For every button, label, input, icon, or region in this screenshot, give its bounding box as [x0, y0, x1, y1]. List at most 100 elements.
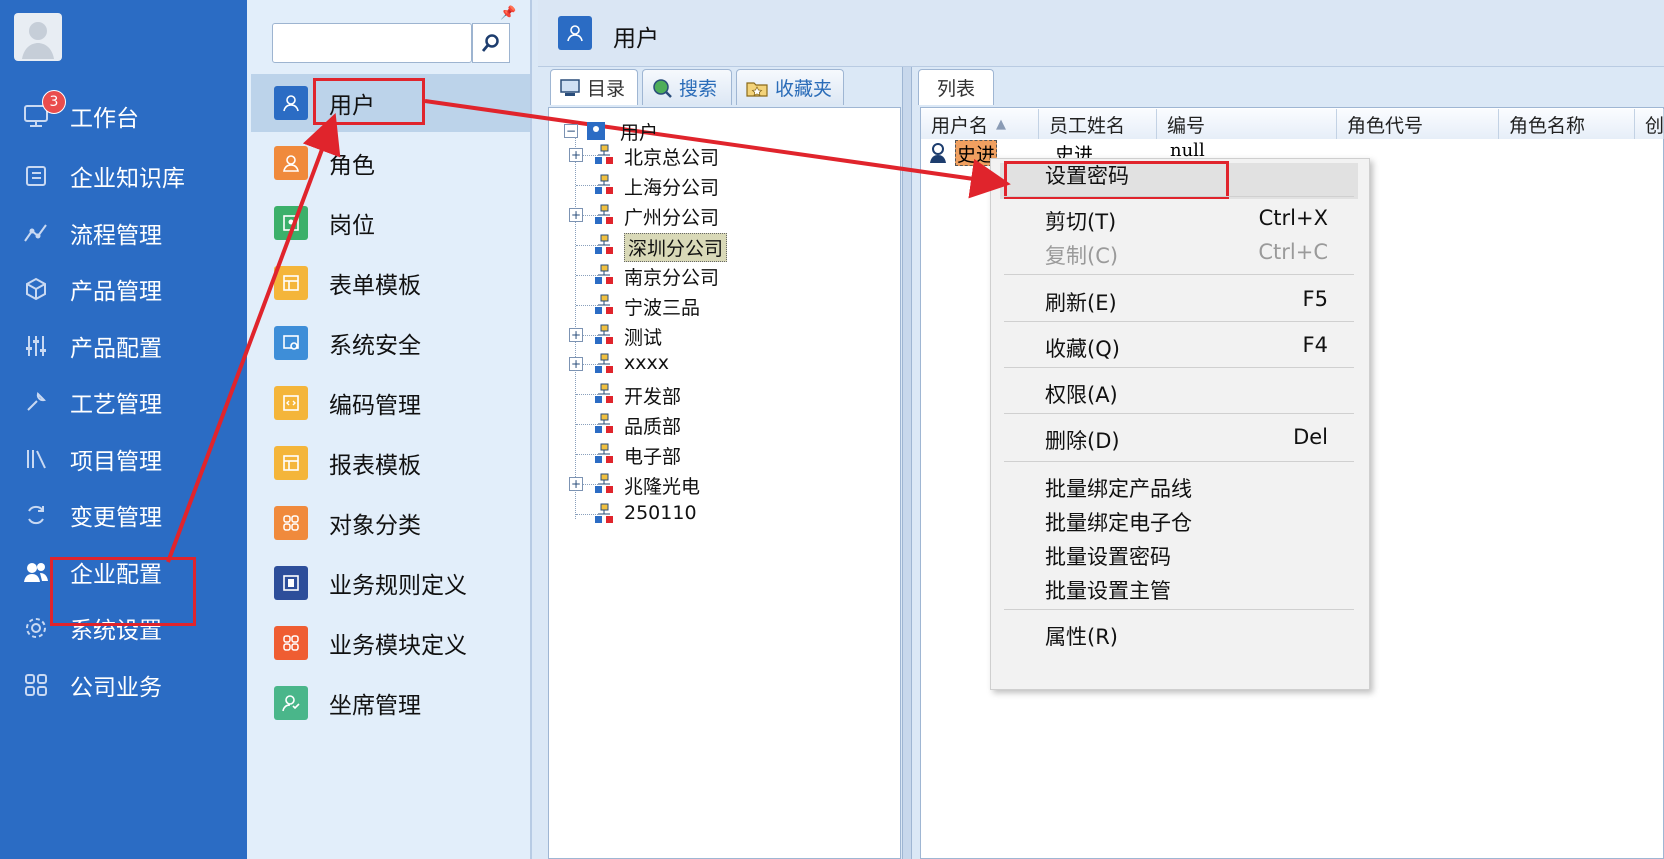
nav-item-product[interactable]: 产品管理 [0, 261, 247, 317]
sliders-icon [22, 332, 50, 360]
tree-node[interactable]: 深圳分公司 [560, 230, 880, 262]
tab-favorites[interactable]: 收藏夹 [736, 69, 844, 105]
tree-node-label: 兆隆光电 [624, 476, 701, 498]
tree-node[interactable]: + 广州分公司 [560, 200, 880, 230]
project-icon [22, 445, 50, 473]
nav-item-workbench[interactable]: 3 工作台 [0, 88, 247, 144]
nav-item-project[interactable]: 项目管理 [0, 431, 247, 487]
menu-shortcut: Ctrl+X [1258, 206, 1328, 230]
sort-asc-icon: ▲ [996, 116, 1007, 132]
submenu-item-code[interactable]: 编码管理 [247, 375, 530, 431]
menu-item[interactable]: 批量设置主管 [1045, 575, 1171, 605]
submenu-item-report-template[interactable]: 报表模板 [247, 435, 530, 491]
menu-item[interactable]: 批量设置密码 [1045, 541, 1171, 571]
avatar[interactable] [14, 13, 62, 61]
menu-item[interactable]: 收藏(Q) [1045, 333, 1120, 363]
menu-item[interactable]: 刷新(E) [1045, 287, 1117, 317]
tree-node[interactable]: 电子部 [560, 439, 880, 469]
tree-node[interactable]: 250110 [560, 499, 880, 529]
splitter[interactable] [902, 67, 912, 859]
wrench-icon [22, 388, 50, 416]
menu-item[interactable]: 属性(R) [1045, 621, 1118, 651]
tree-node-label: 宁波三品 [624, 297, 701, 319]
column-header-employee-name[interactable]: 员工姓名 [1039, 109, 1157, 139]
tree-node-label: xxxx [624, 352, 669, 374]
nav-item-company-business[interactable]: 公司业务 [0, 657, 247, 713]
user-folder-icon [586, 121, 606, 141]
search-button[interactable] [472, 23, 510, 63]
column-label: 创 [1645, 114, 1664, 137]
submenu-item-label: 对象分类 [329, 513, 421, 539]
menu-item[interactable]: 批量绑定电子仓 [1045, 507, 1192, 537]
column-header-role-code[interactable]: 角色代号 [1337, 109, 1499, 139]
post-icon [274, 206, 308, 240]
tree-node-label: 深圳分公司 [624, 233, 728, 262]
menu-separator [1004, 609, 1354, 610]
users-icon [22, 558, 50, 586]
tree-node[interactable]: 开发部 [560, 379, 880, 409]
submenu-item-business-module[interactable]: 业务模块定义 [247, 615, 530, 671]
tab-search[interactable]: 搜索 [642, 69, 732, 105]
nav-item-process[interactable]: 流程管理 [0, 205, 247, 261]
menu-separator [1004, 321, 1354, 322]
nav-item-knowledge[interactable]: 企业知识库 [0, 148, 247, 204]
submenu-item-label: 业务规则定义 [329, 573, 467, 599]
tree-node[interactable]: 品质部 [560, 409, 880, 439]
monitor-icon: 3 [22, 90, 66, 130]
org-icon [594, 353, 614, 373]
collapse-icon[interactable]: − [564, 124, 578, 138]
column-header-created[interactable]: 创 [1635, 109, 1664, 139]
submenu-item-object-category[interactable]: 对象分类 [247, 495, 530, 551]
submenu-item-post[interactable]: 岗位 [247, 195, 530, 251]
search-input[interactable] [272, 23, 472, 63]
nav-item-label: 产品配置 [70, 336, 162, 362]
menu-item[interactable]: 权限(A) [1045, 379, 1118, 409]
annotation-box-enterprise-config [50, 557, 196, 626]
menu-item[interactable]: 设置密码 [1045, 160, 1129, 190]
tree-node-label: 250110 [624, 502, 697, 524]
nav-item-product-config[interactable]: 产品配置 [0, 318, 247, 374]
nav-item-label: 变更管理 [70, 505, 162, 531]
nav-item-label: 工艺管理 [70, 392, 162, 418]
expand-icon[interactable]: + [569, 148, 583, 162]
module-icon [274, 626, 308, 660]
nav-item-change[interactable]: 变更管理 [0, 487, 247, 543]
tab-label: 目录 [587, 78, 626, 100]
org-icon [594, 324, 614, 344]
org-icon [594, 144, 614, 164]
column-header-username[interactable]: 用户名 ▲ [921, 109, 1039, 139]
submenu-item-form-template[interactable]: 表单模板 [247, 255, 530, 311]
pin-icon[interactable]: 📌 [500, 6, 516, 21]
tree-node[interactable]: + 兆隆光电 [560, 469, 880, 499]
shield-icon [274, 326, 308, 360]
nav-item-label: 公司业务 [70, 675, 162, 701]
expand-icon[interactable]: + [569, 328, 583, 342]
menu-separator [1004, 413, 1354, 414]
menu-item[interactable]: 剪切(T) [1045, 206, 1116, 236]
cell-employee-name: 史进 [1055, 144, 1094, 160]
submenu-item-role[interactable]: 角色 [247, 135, 530, 191]
tab-directory[interactable]: 目录 [550, 69, 638, 105]
expand-icon[interactable]: + [569, 357, 583, 371]
submenu-item-seat[interactable]: 坐席管理 [247, 675, 530, 731]
column-header-role-name[interactable]: 角色名称 [1499, 109, 1635, 139]
tree-node[interactable]: + 测试 [560, 320, 880, 350]
tab-list[interactable]: 列表 [918, 69, 994, 105]
nav-item-craft[interactable]: 工艺管理 [0, 374, 247, 430]
column-header-code[interactable]: 编号 [1157, 109, 1337, 139]
tree-node[interactable]: 宁波三品 [560, 290, 880, 320]
expand-icon[interactable]: + [569, 208, 583, 222]
menu-separator [1004, 196, 1354, 197]
tree-node-label: 上海分公司 [624, 177, 720, 199]
tree-node[interactable]: + 北京总公司 [560, 140, 880, 170]
tree-node[interactable]: + xxxx [560, 349, 880, 379]
tree-node[interactable]: 上海分公司 [560, 170, 880, 200]
menu-item[interactable]: 删除(D) [1045, 425, 1120, 455]
expand-icon[interactable]: + [569, 477, 583, 491]
page-title: 用户 [613, 26, 659, 52]
menu-item[interactable]: 批量绑定产品线 [1045, 473, 1192, 503]
menu-shortcut: Ctrl+C [1258, 240, 1328, 264]
submenu-item-security[interactable]: 系统安全 [247, 315, 530, 371]
submenu-item-business-rule[interactable]: 业务规则定义 [247, 555, 530, 611]
tree-node[interactable]: 南京分公司 [560, 260, 880, 290]
